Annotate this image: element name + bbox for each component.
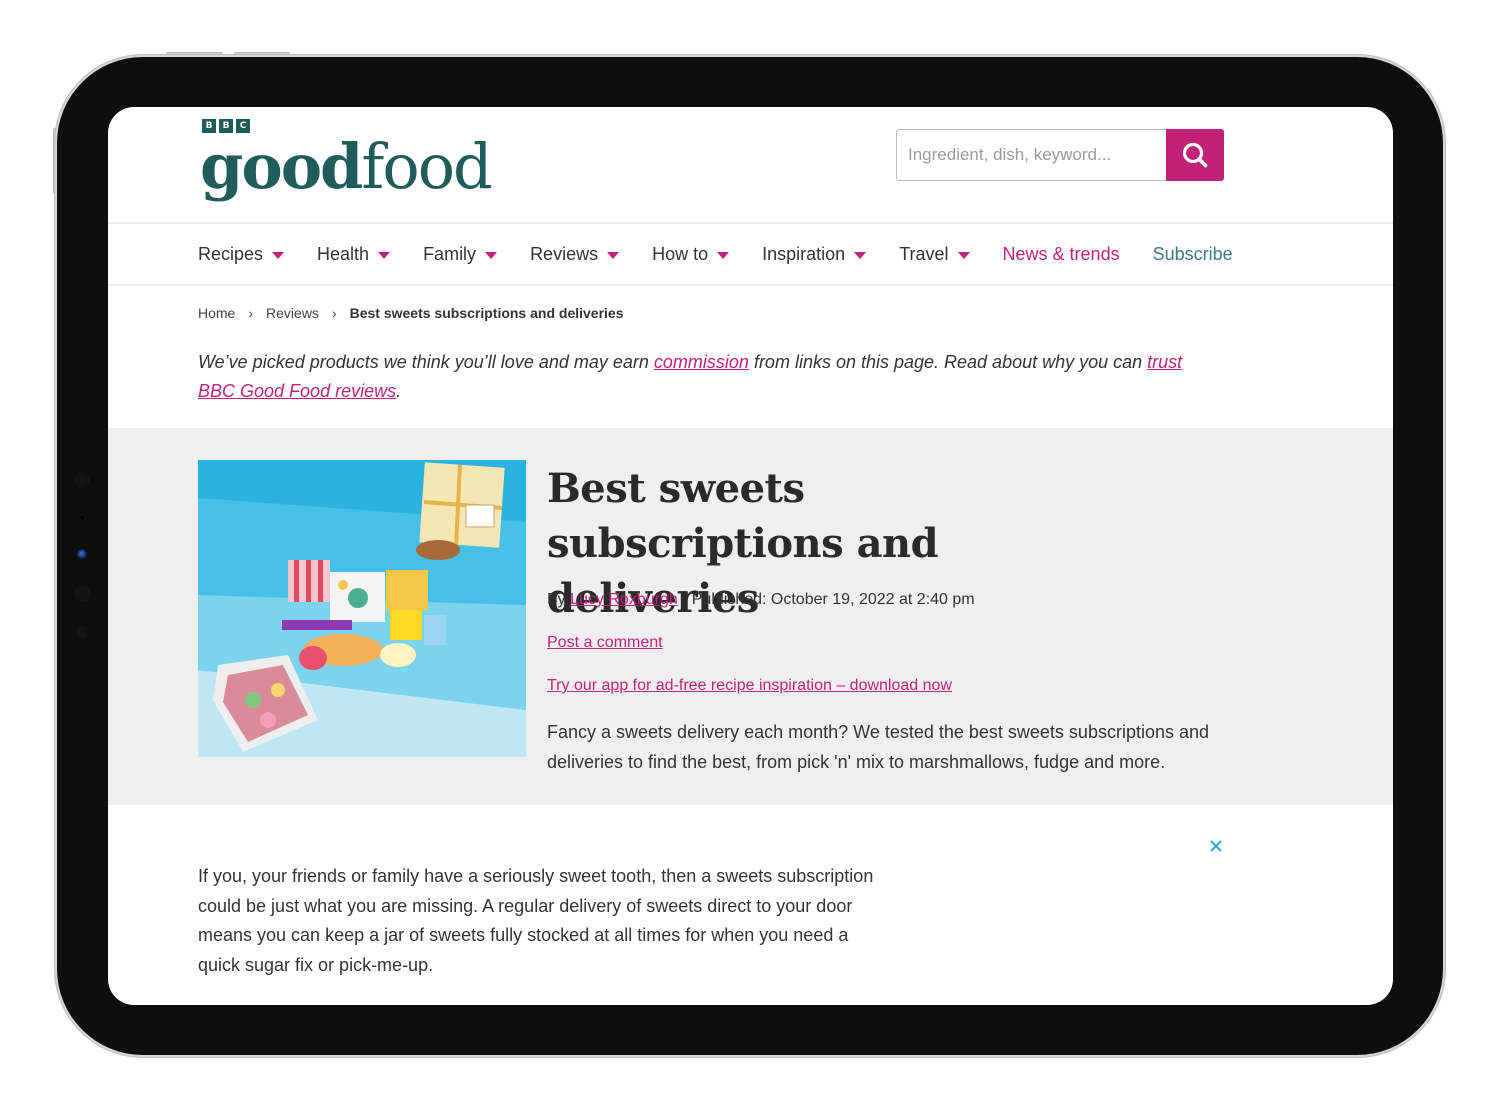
main-nav: Recipes Health Family Reviews How to Ins… bbox=[108, 224, 1393, 286]
author-link[interactable]: Lucy Roxburgh bbox=[570, 591, 678, 608]
breadcrumb-current: Best sweets subscriptions and deliveries bbox=[349, 305, 624, 321]
breadcrumb-reviews[interactable]: Reviews bbox=[266, 305, 319, 321]
article-hero: Best sweets subscriptions and deliveries… bbox=[108, 428, 1393, 805]
article-intro: If you, your friends or family have a se… bbox=[198, 866, 874, 975]
caret-down-icon bbox=[485, 251, 498, 259]
breadcrumb: Home › Reviews › Best sweets subscriptio… bbox=[198, 305, 624, 321]
search-form bbox=[896, 129, 1224, 181]
hero-image bbox=[198, 460, 526, 757]
chevron-right-icon: › bbox=[331, 305, 337, 321]
site-logo[interactable]: B B C goodfood bbox=[200, 119, 493, 203]
browser-viewport: B B C goodfood Recipes Health Family Rev… bbox=[108, 107, 1393, 1005]
caret-down-icon bbox=[272, 251, 285, 259]
caret-down-icon bbox=[854, 251, 867, 259]
post-comment-link[interactable]: Post a comment bbox=[547, 634, 663, 652]
device-camera bbox=[77, 549, 87, 559]
device-sensor bbox=[72, 470, 92, 490]
published-date: Published: October 19, 2022 at 2:40 pm bbox=[691, 591, 975, 608]
search-button[interactable] bbox=[1166, 129, 1224, 181]
site-header: B B C goodfood bbox=[108, 107, 1393, 224]
device-sensor bbox=[80, 516, 84, 520]
app-download-link[interactable]: Try our app for ad-free recipe inspirati… bbox=[547, 677, 952, 695]
breadcrumb-home[interactable]: Home bbox=[198, 305, 235, 321]
caret-down-icon bbox=[607, 251, 620, 259]
caret-down-icon bbox=[957, 251, 970, 259]
chevron-right-icon: › bbox=[248, 305, 254, 321]
nav-item-reviews[interactable]: Reviews bbox=[530, 244, 620, 265]
caret-down-icon bbox=[717, 251, 730, 259]
nav-item-health[interactable]: Health bbox=[317, 244, 391, 265]
nav-item-how-to[interactable]: How to bbox=[652, 244, 730, 265]
nav-item-subscribe[interactable]: Subscribe bbox=[1153, 244, 1233, 265]
device-sensor bbox=[74, 624, 91, 641]
close-icon[interactable] bbox=[1208, 838, 1224, 854]
article-description: Fancy a sweets delivery each month? We t… bbox=[547, 722, 1210, 772]
search-input[interactable] bbox=[896, 129, 1166, 181]
nav-item-recipes[interactable]: Recipes bbox=[198, 244, 285, 265]
device-sensor bbox=[72, 583, 93, 604]
affiliate-disclaimer: We’ve picked products we think you’ll lo… bbox=[198, 352, 1183, 401]
nav-item-travel[interactable]: Travel bbox=[899, 244, 970, 265]
nav-item-news-trends[interactable]: News & trends bbox=[1003, 244, 1120, 265]
goodfood-wordmark: goodfood bbox=[200, 130, 493, 203]
article-byline: By Lucy Roxburgh Published: October 19, 2… bbox=[547, 591, 975, 608]
caret-down-icon bbox=[378, 251, 391, 259]
search-icon bbox=[1182, 142, 1208, 168]
nav-item-inspiration[interactable]: Inspiration bbox=[762, 244, 867, 265]
commission-link[interactable]: commission bbox=[654, 352, 749, 372]
nav-item-family[interactable]: Family bbox=[423, 244, 498, 265]
sweets-illustration bbox=[198, 460, 526, 757]
